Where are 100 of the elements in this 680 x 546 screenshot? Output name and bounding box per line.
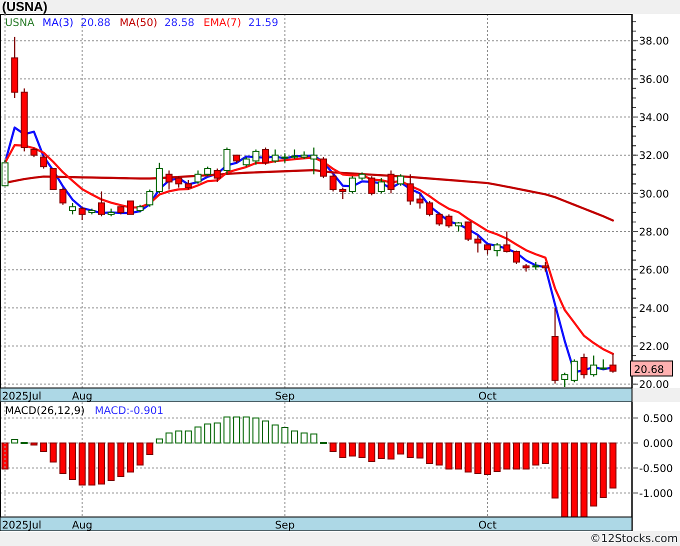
histogram-bar bbox=[542, 442, 549, 464]
candlestick bbox=[233, 154, 240, 163]
axis-label: 24.00 bbox=[639, 302, 670, 315]
histogram-bar bbox=[494, 442, 501, 472]
histogram-bar bbox=[358, 442, 366, 458]
candlestick bbox=[223, 148, 230, 174]
histogram-bar bbox=[397, 442, 404, 454]
axis-label: -1.000 bbox=[639, 488, 673, 500]
histogram-bar bbox=[310, 434, 318, 444]
candlestick bbox=[175, 176, 182, 188]
axis-label: 22.00 bbox=[639, 341, 670, 354]
histogram-bar bbox=[108, 442, 115, 481]
histogram-bar bbox=[609, 442, 616, 488]
histogram-bar bbox=[272, 424, 279, 444]
histogram-bar bbox=[59, 442, 66, 474]
histogram-bar bbox=[291, 430, 298, 444]
histogram-bar bbox=[512, 442, 520, 470]
histogram-bar bbox=[406, 442, 414, 458]
candlestick bbox=[406, 174, 414, 205]
candlestick bbox=[20, 88, 28, 152]
candlestick bbox=[522, 264, 530, 272]
candlestick bbox=[426, 201, 434, 216]
candlestick bbox=[348, 176, 356, 194]
axis-label: Sep bbox=[274, 390, 295, 402]
candlestick bbox=[532, 262, 540, 270]
histogram-bar bbox=[388, 442, 394, 460]
candlestick bbox=[358, 172, 366, 180]
candlestick bbox=[397, 174, 404, 186]
axis-label: 38.00 bbox=[639, 36, 670, 48]
candlestick bbox=[609, 354, 616, 373]
histogram-bar bbox=[300, 432, 308, 444]
axis-label: 26.00 bbox=[639, 264, 670, 277]
candlestick bbox=[78, 206, 86, 220]
candlestick bbox=[272, 149, 279, 163]
candlestick bbox=[50, 168, 57, 190]
legend-label: USNA bbox=[5, 17, 34, 29]
histogram-bar bbox=[426, 442, 434, 464]
candlestick bbox=[580, 354, 588, 378]
histogram-bar bbox=[184, 430, 192, 444]
candlestick bbox=[98, 191, 105, 216]
candlestick bbox=[494, 242, 501, 256]
axis-label: Sep bbox=[274, 520, 295, 531]
axis-label: 36.00 bbox=[639, 74, 670, 86]
histogram-bar bbox=[30, 442, 38, 446]
candlestick bbox=[436, 212, 443, 226]
candlestick bbox=[262, 148, 270, 165]
histogram-bar bbox=[436, 442, 443, 466]
candlestick bbox=[40, 155, 48, 169]
histogram-bar bbox=[78, 442, 86, 486]
legend-label: MA(50) bbox=[120, 17, 158, 29]
axis-label: 34.00 bbox=[639, 112, 670, 124]
axis-label: Aug bbox=[72, 390, 92, 402]
copyright-text: ©12Stocks.com bbox=[590, 532, 678, 545]
histogram-bar bbox=[590, 442, 598, 506]
candlestick bbox=[310, 148, 318, 174]
candlestick bbox=[455, 222, 462, 232]
candlestick bbox=[512, 250, 520, 264]
histogram-bar bbox=[445, 442, 452, 470]
price-tag: 20.68 bbox=[630, 360, 673, 376]
histogram-bar bbox=[552, 442, 559, 498]
histogram-bar bbox=[166, 432, 173, 444]
candlestick bbox=[600, 359, 607, 370]
legend-label: MA(3) bbox=[42, 17, 74, 29]
axis-label: 30.00 bbox=[639, 188, 670, 200]
candlestick bbox=[503, 232, 510, 253]
histogram-bar bbox=[242, 416, 250, 444]
candlestick bbox=[204, 166, 212, 176]
histogram-bar bbox=[281, 427, 288, 444]
histogram-bar bbox=[40, 442, 48, 452]
histogram-bar bbox=[117, 442, 124, 477]
candlestick bbox=[136, 204, 144, 212]
histogram-bar bbox=[464, 442, 472, 472]
candlestick bbox=[445, 214, 452, 228]
legend-label: MACD(26,12,9) bbox=[5, 405, 85, 417]
axis-label: -0.500 bbox=[639, 463, 673, 475]
histogram-bar bbox=[136, 442, 144, 466]
candlestick bbox=[388, 170, 394, 194]
candlestick bbox=[542, 262, 549, 272]
candlestick bbox=[300, 151, 308, 160]
histogram-bar bbox=[194, 426, 202, 444]
histogram-bar bbox=[233, 416, 240, 444]
axis-label: 0.500 bbox=[642, 413, 673, 425]
histogram-bar bbox=[175, 430, 182, 444]
axis-label: Aug bbox=[72, 520, 92, 531]
candlestick bbox=[194, 170, 202, 184]
histogram-bar bbox=[503, 442, 510, 470]
legend-label: EMA(7) bbox=[203, 17, 242, 29]
legend-value: MACD:-0.901 bbox=[94, 405, 164, 417]
candlestick bbox=[590, 356, 598, 377]
chart-title: (USNA) bbox=[2, 0, 48, 14]
legend-value: 28.58 bbox=[164, 17, 194, 29]
candlestick bbox=[30, 148, 38, 158]
candlestick bbox=[184, 180, 192, 190]
axis-label: 20.00 bbox=[639, 379, 670, 392]
candlestick bbox=[320, 157, 327, 178]
candlestick bbox=[166, 170, 173, 190]
histogram-bar bbox=[156, 438, 163, 444]
candlestick bbox=[59, 188, 66, 205]
candlestick bbox=[330, 174, 337, 192]
candlestick bbox=[146, 190, 154, 207]
